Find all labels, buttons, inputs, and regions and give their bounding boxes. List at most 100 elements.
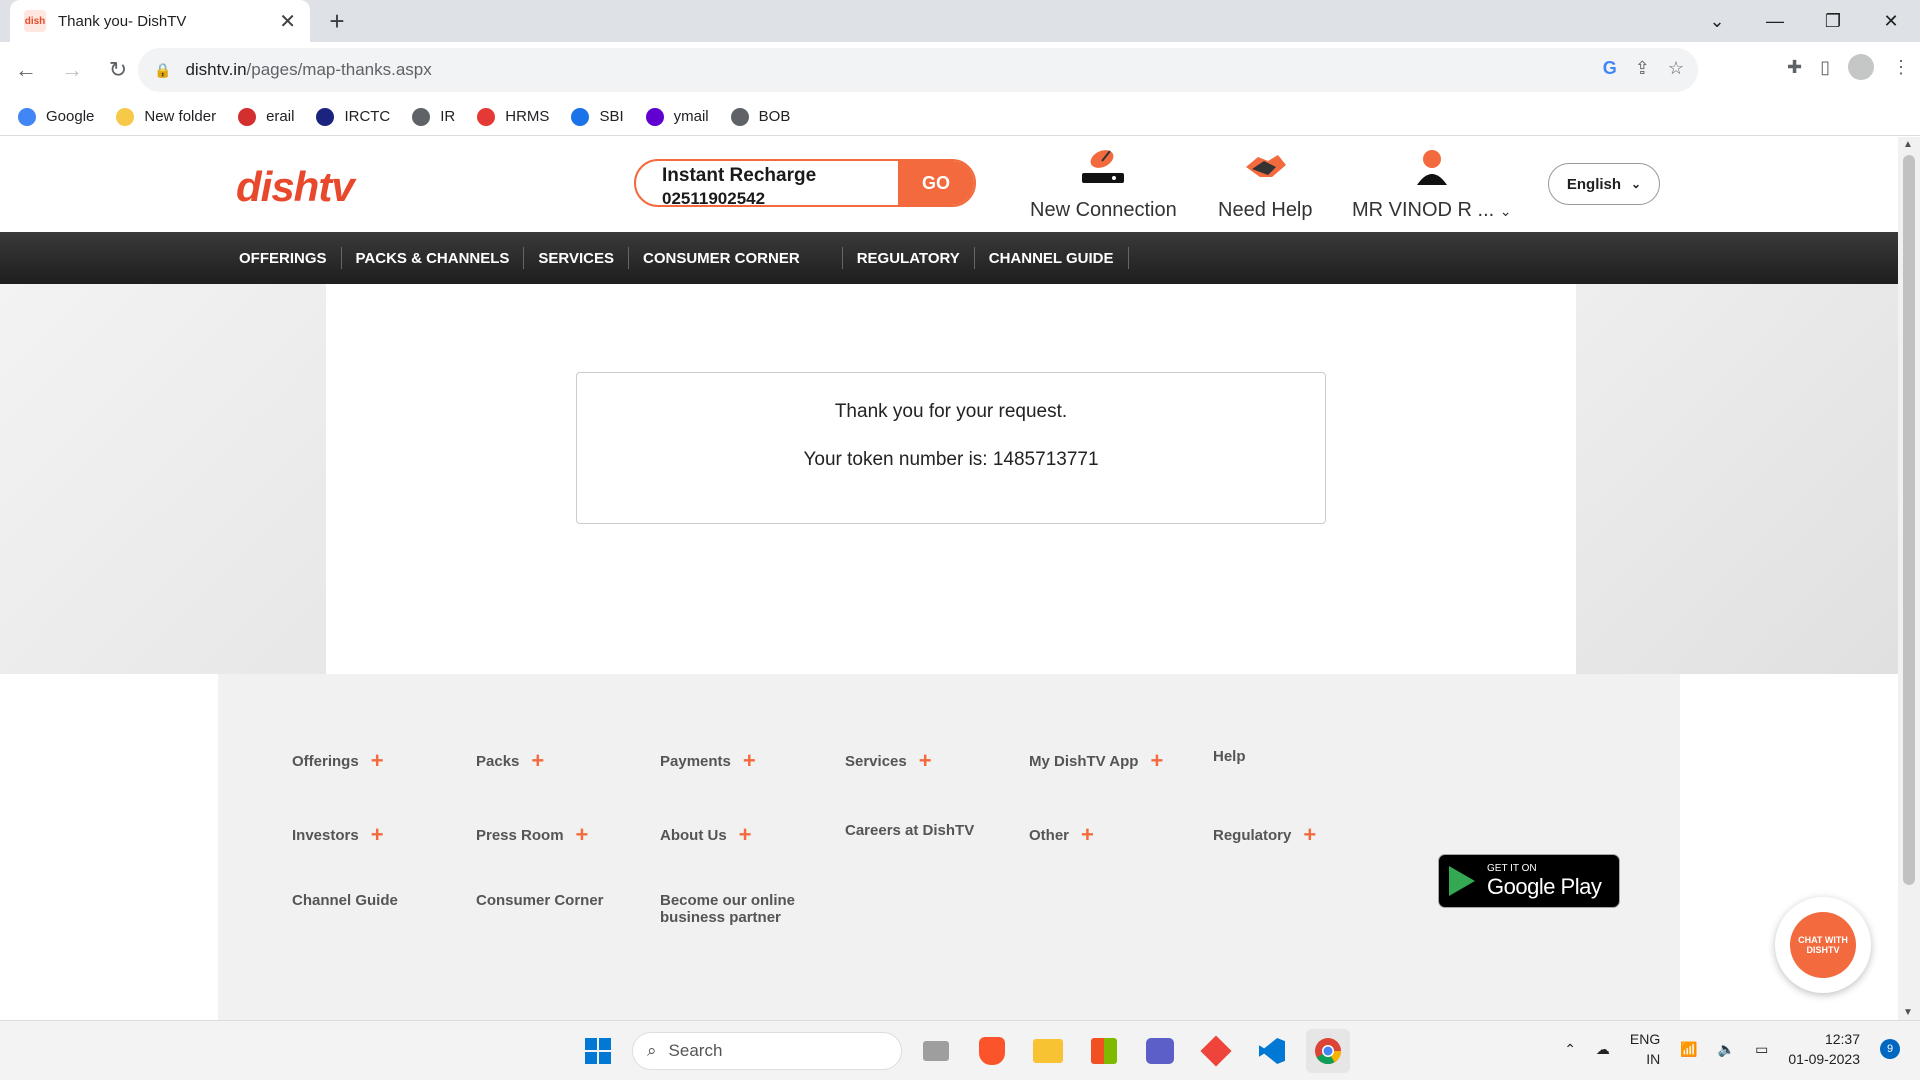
- bookmark-erail[interactable]: erail: [238, 107, 294, 126]
- close-tab-icon[interactable]: ✕: [279, 9, 296, 34]
- bookmark-new-folder[interactable]: New folder: [116, 107, 216, 126]
- bookmark-bob[interactable]: BOB: [730, 107, 790, 126]
- expand-plus-icon[interactable]: +: [1150, 748, 1163, 773]
- go-button[interactable]: GO: [898, 161, 974, 205]
- content-panel: Thank you for your request. Your token n…: [326, 284, 1576, 674]
- system-clock[interactable]: 12:37 01-09-2023: [1788, 1029, 1860, 1069]
- nav-item-consumer-corner[interactable]: CONSUMER CORNER: [629, 247, 843, 269]
- expand-plus-icon[interactable]: +: [371, 748, 384, 773]
- bookmark-sbi[interactable]: SBI: [571, 107, 624, 126]
- bookmark-star-icon[interactable]: ☆: [1668, 58, 1684, 79]
- input-language-indicator[interactable]: ENG IN: [1630, 1029, 1660, 1069]
- windows-taskbar: ⌕ Search ⌃ ☁ ENG IN 📶 🔈 ▭ 12:37 01-09-202: [0, 1020, 1920, 1080]
- chrome-icon[interactable]: [1306, 1029, 1350, 1073]
- extensions-icon[interactable]: ✚: [1787, 57, 1802, 78]
- scrollbar-thumb[interactable]: [1903, 155, 1915, 885]
- user-menu[interactable]: MR VINOD R ... ⌄: [1352, 147, 1512, 222]
- footer-link-packs[interactable]: Packs +: [476, 748, 544, 774]
- nav-item-services[interactable]: SERVICES: [524, 247, 630, 269]
- language-value: English: [1566, 175, 1622, 193]
- file-explorer-icon[interactable]: [1026, 1029, 1070, 1073]
- footer-link-services[interactable]: Services +: [845, 748, 932, 774]
- footer-link-about-us[interactable]: About Us +: [660, 822, 752, 848]
- google-play-badge[interactable]: GET IT ON Google Play: [1438, 854, 1620, 908]
- lock-icon[interactable]: 🔒: [154, 62, 171, 79]
- task-view-icon[interactable]: [914, 1029, 958, 1073]
- menu-kebab-icon[interactable]: ⋮: [1892, 57, 1910, 78]
- dishtv-logo[interactable]: dishtv: [236, 163, 355, 211]
- wifi-icon[interactable]: 📶: [1680, 1041, 1697, 1058]
- side-panel-icon[interactable]: ▯: [1820, 57, 1830, 78]
- show-hidden-icons-chevron-icon[interactable]: ⌃: [1564, 1041, 1576, 1058]
- battery-icon[interactable]: ▭: [1755, 1041, 1768, 1058]
- close-window-button[interactable]: ✕: [1862, 11, 1920, 32]
- profile-avatar-icon[interactable]: [1848, 54, 1874, 80]
- expand-plus-icon[interactable]: +: [743, 748, 756, 773]
- start-button[interactable]: [576, 1029, 620, 1073]
- expand-plus-icon[interactable]: +: [1303, 822, 1316, 847]
- reload-icon[interactable]: ↻: [98, 50, 138, 90]
- nav-item-packs-channels[interactable]: PACKS & CHANNELS: [342, 247, 525, 269]
- footer-link-careers[interactable]: Careers at DishTV: [845, 822, 974, 839]
- chat-with-dishtv-button[interactable]: CHAT WITH DISHTV: [1775, 897, 1871, 993]
- google-lens-icon[interactable]: G: [1603, 58, 1617, 79]
- anydesk-icon[interactable]: [1194, 1029, 1238, 1073]
- bookmark-irctc[interactable]: IRCTC: [316, 107, 390, 126]
- restore-button[interactable]: ❐: [1804, 11, 1862, 32]
- expand-plus-icon[interactable]: +: [576, 822, 589, 847]
- thank-you-message: Thank you for your request.: [834, 401, 1068, 422]
- instant-recharge-box: Instant Recharge 02511902542 GO: [634, 159, 976, 207]
- page-scrollbar[interactable]: ▲ ▼: [1898, 137, 1920, 1020]
- language-select[interactable]: English ⌄: [1548, 163, 1660, 205]
- footer-link-consumer-corner[interactable]: Consumer Corner: [476, 892, 604, 909]
- new-connection-link[interactable]: New Connection: [1030, 147, 1177, 222]
- site-footer: Offerings + Packs + Payments + Services + My…: [218, 674, 1680, 1020]
- expand-plus-icon[interactable]: +: [919, 748, 932, 773]
- new-tab-button[interactable]: +: [322, 6, 352, 36]
- search-icon: ⌕: [647, 1041, 657, 1060]
- expand-plus-icon[interactable]: +: [531, 748, 544, 773]
- footer-link-channel-guide[interactable]: Channel Guide: [292, 892, 398, 909]
- teams-icon[interactable]: [1138, 1029, 1182, 1073]
- footer-link-investors[interactable]: Investors +: [292, 822, 384, 848]
- scroll-up-arrow-icon[interactable]: ▲: [1903, 139, 1913, 150]
- nav-item-offerings[interactable]: OFFERINGS: [236, 247, 342, 269]
- hero-background: Thank you for your request. Your token n…: [0, 284, 1898, 674]
- forward-icon[interactable]: →: [52, 50, 92, 90]
- tab-search-icon[interactable]: ⌄: [1688, 11, 1746, 32]
- back-icon[interactable]: ←: [6, 50, 46, 90]
- expand-plus-icon[interactable]: +: [739, 822, 752, 847]
- footer-link-other[interactable]: Other +: [1029, 822, 1094, 848]
- footer-link-regulatory[interactable]: Regulatory +: [1213, 822, 1316, 848]
- volume-icon[interactable]: 🔈: [1718, 1041, 1735, 1058]
- bookmark-google[interactable]: Google: [18, 107, 94, 126]
- footer-link-help[interactable]: Help: [1213, 748, 1246, 765]
- nav-item-channel-guide[interactable]: CHANNEL GUIDE: [975, 247, 1129, 269]
- bookmark-hrms[interactable]: HRMS: [477, 107, 549, 126]
- scroll-down-arrow-icon[interactable]: ▼: [1903, 1007, 1913, 1018]
- taskbar-search[interactable]: ⌕ Search: [632, 1032, 902, 1070]
- microsoft-store-icon[interactable]: [1082, 1029, 1126, 1073]
- bookmark-ir[interactable]: IR: [412, 107, 455, 126]
- expand-plus-icon[interactable]: +: [1081, 822, 1094, 847]
- brave-browser-icon[interactable]: [970, 1029, 1014, 1073]
- nav-item-regulatory[interactable]: REGULATORY: [843, 247, 975, 269]
- share-icon[interactable]: ⇪: [1635, 58, 1650, 79]
- footer-link-payments[interactable]: Payments +: [660, 748, 756, 774]
- need-help-link[interactable]: Need Help: [1218, 147, 1313, 222]
- main-nav: OFFERINGS PACKS & CHANNELS SERVICES CONSUME…: [0, 232, 1898, 284]
- onedrive-cloud-icon[interactable]: ☁: [1596, 1041, 1610, 1058]
- bookmark-ymail[interactable]: ymail: [645, 107, 709, 126]
- footer-link-press-room[interactable]: Press Room +: [476, 822, 588, 848]
- address-bar[interactable]: 🔒 dishtv.in/pages/map-thanks.aspx G ⇪ ☆: [138, 48, 1698, 92]
- footer-link-offerings[interactable]: Offerings +: [292, 748, 384, 774]
- minimize-button[interactable]: —: [1746, 11, 1804, 32]
- expand-plus-icon[interactable]: +: [371, 822, 384, 847]
- footer-link-my-dishtv-app[interactable]: My DishTV App +: [1029, 748, 1163, 774]
- train-icon: [238, 107, 257, 126]
- recharge-input[interactable]: 02511902542: [662, 189, 898, 205]
- notification-badge[interactable]: 9: [1880, 1039, 1900, 1059]
- footer-link-business-partner[interactable]: Become our online business partner: [660, 892, 795, 926]
- vscode-icon[interactable]: [1250, 1029, 1294, 1073]
- browser-tab[interactable]: dish Thank you- DishTV ✕: [10, 0, 310, 42]
